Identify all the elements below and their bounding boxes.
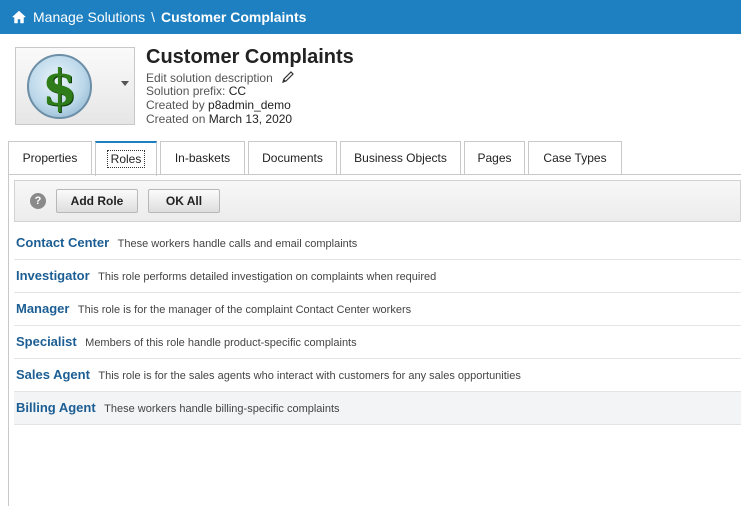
created-on-label: Created on (146, 112, 206, 126)
solution-prefix-label: Solution prefix: (146, 84, 226, 98)
list-item: Manager This role is for the manager of … (14, 293, 741, 326)
list-item: Contact Center These workers handle call… (14, 227, 741, 260)
list-item: Specialist Members of this role handle p… (14, 326, 741, 359)
top-bar: Manage Solutions \ Customer Complaints (0, 0, 741, 34)
role-link-sales-agent[interactable]: Sales Agent (16, 367, 90, 382)
role-description: This role is for the manager of the comp… (77, 304, 412, 316)
tab-business-objects[interactable]: Business Objects (340, 141, 461, 175)
role-description: This role performs detailed investigatio… (98, 271, 437, 283)
tab-properties[interactable]: Properties (8, 141, 92, 175)
breadcrumb-manage-solutions[interactable]: Manage Solutions (33, 9, 145, 25)
breadcrumb-separator: \ (151, 9, 155, 25)
dollar-icon: $ (27, 54, 92, 119)
tab-documents[interactable]: Documents (248, 141, 337, 175)
tab-label: Pages (477, 151, 512, 165)
pencil-icon[interactable] (281, 70, 295, 84)
tab-label: Roles (106, 150, 146, 168)
chevron-down-icon[interactable] (121, 81, 129, 86)
solution-icon-selector[interactable]: $ (15, 47, 135, 125)
tab-in-baskets[interactable]: In-baskets (160, 141, 245, 175)
created-by: Created by p8admin_demo (146, 98, 291, 112)
tab-label: In-baskets (174, 151, 231, 165)
roles-toolbar: ? Add Role OK All (14, 180, 741, 222)
content-border (8, 175, 9, 506)
edit-description-label[interactable]: Edit solution description (146, 71, 273, 85)
created-by-value: p8admin_demo (208, 98, 291, 112)
tab-label: Documents (262, 151, 323, 165)
tab-label: Case Types (543, 151, 607, 165)
tab-roles[interactable]: Roles (95, 141, 157, 176)
list-item: Billing Agent These workers handle billi… (14, 392, 741, 425)
created-by-label: Created by (146, 98, 205, 112)
role-link-contact-center[interactable]: Contact Center (16, 235, 109, 250)
role-description: Members of this role handle product-spec… (85, 337, 357, 349)
tab-label: Business Objects (354, 151, 447, 165)
list-item: Sales Agent This role is for the sales a… (14, 359, 741, 392)
home-icon[interactable] (11, 9, 27, 25)
list-item: Investigator This role performs detailed… (14, 260, 741, 293)
created-on: Created on March 13, 2020 (146, 112, 292, 126)
tab-pages[interactable]: Pages (464, 141, 525, 175)
solution-title: Customer Complaints (146, 46, 354, 68)
solution-prefix-value: CC (228, 84, 247, 98)
created-on-value: March 13, 2020 (208, 112, 293, 126)
role-description: These workers handle billing-specific co… (104, 403, 340, 415)
tab-case-types[interactable]: Case Types (528, 141, 622, 175)
help-icon[interactable]: ? (30, 193, 46, 209)
tab-label: Properties (22, 151, 78, 165)
role-description: This role is for the sales agents who in… (98, 370, 521, 382)
role-link-specialist[interactable]: Specialist (16, 334, 77, 349)
role-link-manager[interactable]: Manager (16, 301, 69, 316)
role-link-billing-agent[interactable]: Billing Agent (16, 400, 96, 415)
role-link-investigator[interactable]: Investigator (16, 268, 90, 283)
solution-prefix: Solution prefix: CC (146, 84, 246, 98)
breadcrumb-current: Customer Complaints (160, 9, 307, 25)
ok-all-button[interactable]: OK All (148, 189, 220, 213)
tab-divider (8, 174, 741, 175)
add-role-button[interactable]: Add Role (56, 189, 138, 213)
role-description: These workers handle calls and email com… (117, 238, 358, 250)
edit-description-link[interactable]: Edit solution description (146, 70, 295, 85)
